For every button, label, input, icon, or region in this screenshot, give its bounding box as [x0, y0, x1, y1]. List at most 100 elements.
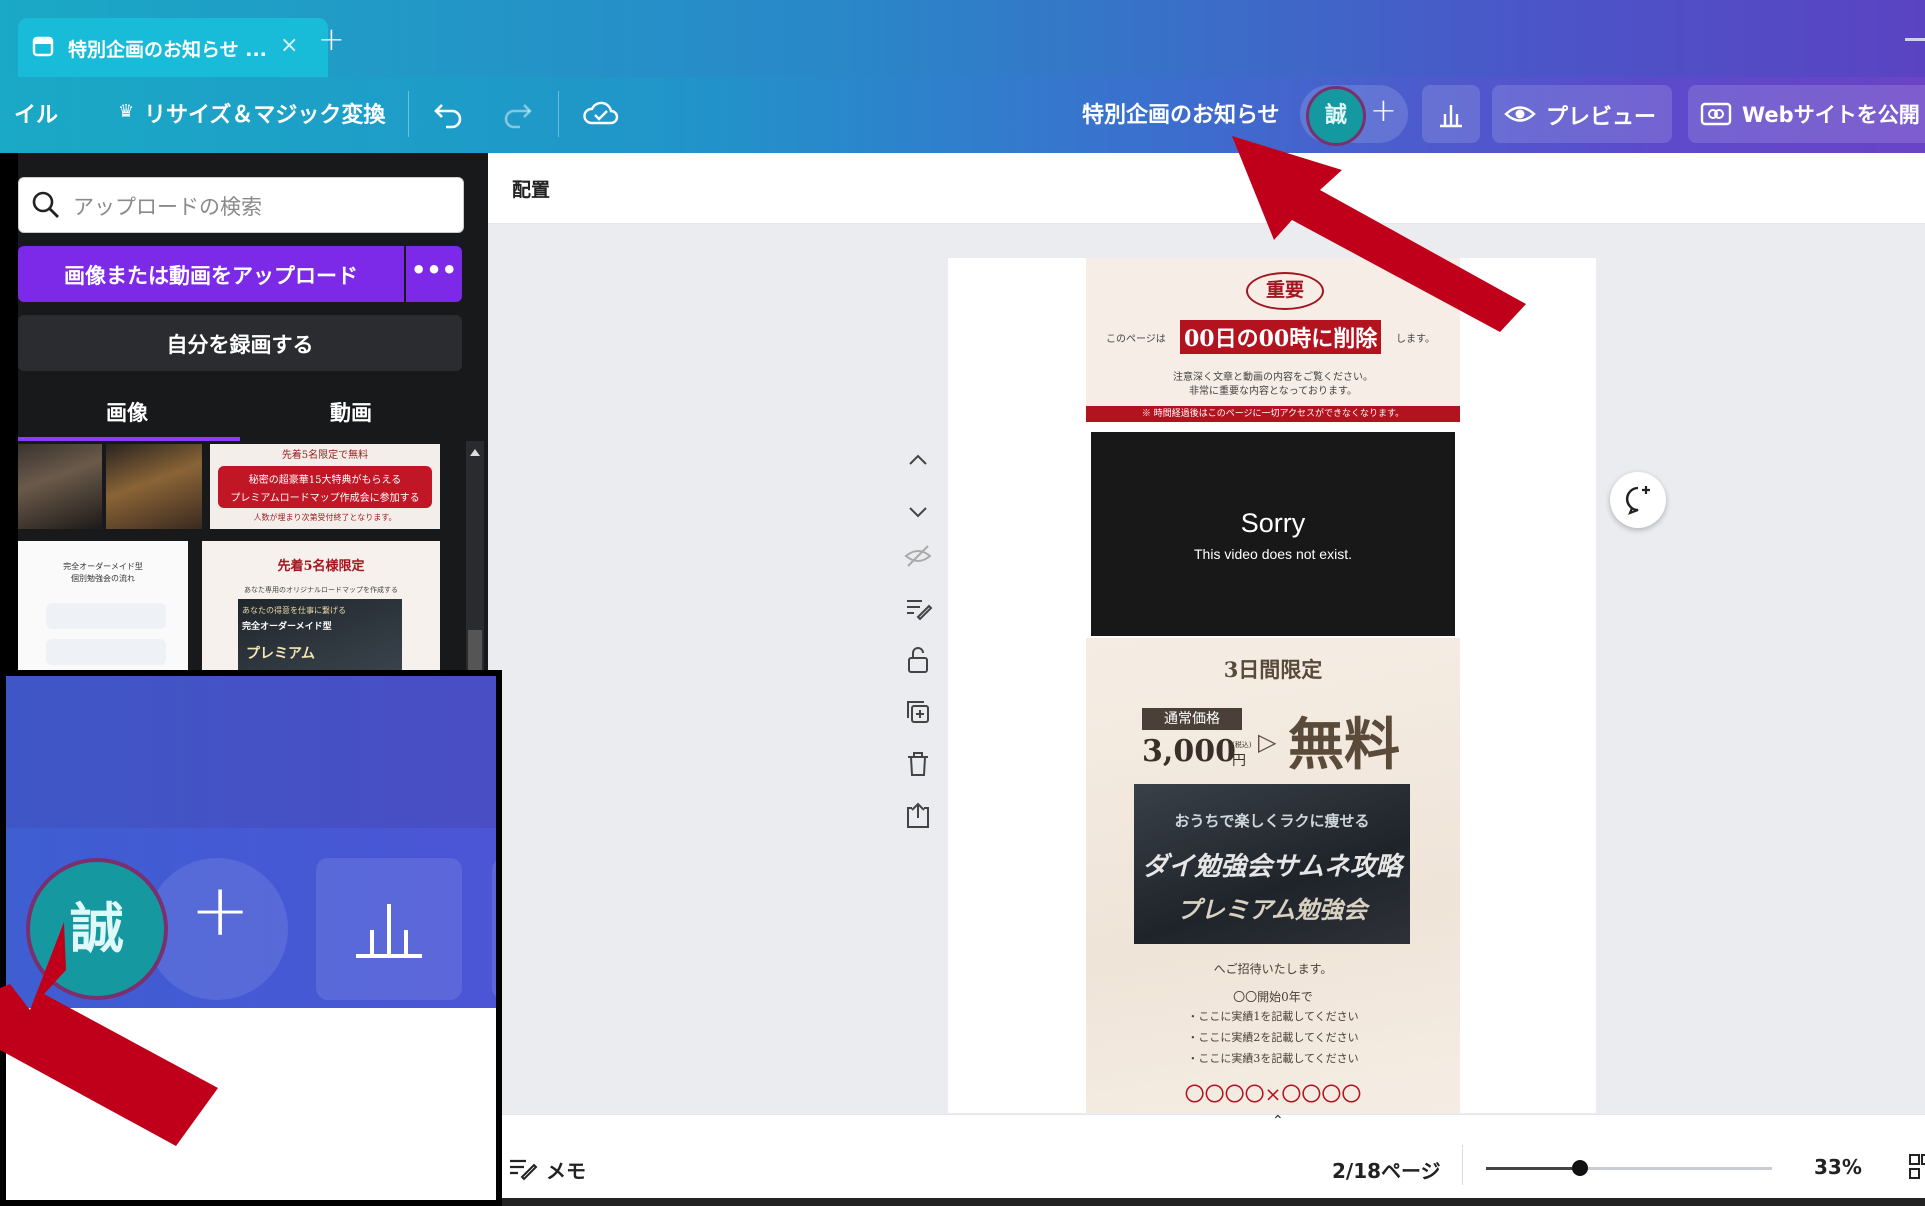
search-input[interactable]: アップロードの検索 [18, 177, 464, 233]
browser-tab-strip: 特別企画のお知らせ ... × + [0, 0, 1925, 77]
thumb-text: プレミアム [246, 646, 316, 662]
thumb-step [46, 603, 166, 629]
cloud-saved-icon[interactable] [582, 97, 620, 129]
add-comment-button[interactable] [1610, 472, 1666, 528]
warning-bar: ※ 時間経過後はこのページに一切アクセスができなくなります。 [1086, 406, 1460, 422]
upload-thumbnail-bottles[interactable] [18, 444, 102, 529]
achievement-item: ・ここに実績2を記載してください [1187, 1031, 1359, 1044]
trash-icon[interactable] [898, 744, 938, 784]
record-label: 自分を録画する [166, 333, 314, 357]
context-toolbar: 配置 [488, 153, 1925, 224]
notice-text: します。 [1396, 334, 1435, 345]
start-text: 〇〇開始0年で [1233, 990, 1313, 1004]
red-arrow-pointer [1232, 136, 1526, 332]
minimize-icon[interactable] [1905, 38, 1925, 41]
limited-label: 3日間限定 [1223, 657, 1323, 682]
editor-header: イル ♛ リサイズ＆マジック変換 特別企画のお知らせ 誠 + プレビュー Web… [0, 77, 1925, 153]
chevron-up-icon[interactable] [898, 440, 938, 480]
search-placeholder: アップロードの検索 [73, 195, 262, 219]
grid-view-icon[interactable] [1908, 1153, 1925, 1183]
bottom-edge [488, 1198, 1925, 1206]
page-indicator[interactable]: 2/18ページ [1332, 1155, 1441, 1184]
file-menu[interactable]: イル [14, 97, 58, 129]
thumb-text: 完全オーダーメイド型 [63, 562, 143, 571]
tab-images[interactable]: 画像 [106, 397, 148, 427]
publish-website-button[interactable]: Webサイトを公開 [1688, 85, 1925, 143]
eye-icon [1504, 106, 1536, 122]
regular-price-label: 通常価格 [1142, 708, 1242, 730]
publish-label: Webサイトを公開 [1742, 103, 1920, 127]
scroll-up-arrow[interactable] [470, 449, 480, 456]
edit-notes-icon[interactable] [898, 588, 938, 628]
notice-text: このページは [1106, 334, 1166, 345]
achievement-item: ・ここに実績1を記載してください [1187, 1010, 1359, 1023]
red-arrow-pointer-callout [0, 922, 218, 1146]
notice-note: 注意深く文章と動画の内容をご覧ください。 [1173, 372, 1373, 383]
divider [408, 91, 409, 137]
upload-more-button[interactable]: ••• [406, 246, 462, 302]
crown-icon: ♛ [118, 101, 135, 122]
new-tab-button[interactable]: + [318, 20, 345, 58]
thumb-text: 秘密の超豪華15大特典がもらえる [248, 475, 402, 486]
resize-button[interactable]: リサイズ＆マジック変換 [144, 97, 385, 129]
divider [558, 91, 559, 137]
active-tab-indicator [18, 437, 240, 441]
achievement-item: ・ここに実績3を記載してください [1187, 1052, 1359, 1065]
design-title[interactable]: 特別企画のお知らせ [1082, 97, 1280, 129]
notes-button[interactable]: メモ [546, 1155, 586, 1184]
upload-label: 画像または動画をアップロード [64, 264, 358, 288]
undo-icon[interactable] [432, 95, 466, 129]
add-collaborator-button[interactable]: + [1370, 91, 1397, 129]
promo-title: ダイ勉強会サムネ攻略 [1142, 852, 1402, 882]
bar-chart-icon [356, 904, 422, 958]
regular-price: 3,000 [1142, 734, 1236, 769]
zoom-slider-handle[interactable] [1572, 1160, 1589, 1176]
thumb-text: プレミアムロードマップ作成会に参加する [230, 493, 420, 504]
zoom-percentage[interactable]: 33% [1814, 1155, 1862, 1179]
invite-text: へご招待いたします。 [1213, 962, 1333, 976]
expand-pages-tab[interactable]: ⌃ [1234, 1113, 1324, 1135]
unlock-icon[interactable] [898, 640, 938, 680]
callout-tab-strip [6, 676, 496, 828]
side-rail [0, 153, 18, 673]
duplicate-icon[interactable] [898, 692, 938, 732]
price-unit: 円 [1232, 753, 1246, 769]
video-error-title: Sorry [1240, 508, 1306, 538]
thumb-text: あなたの得意を仕事に繋げる [242, 606, 346, 615]
upload-thumbnail-drinks[interactable] [106, 444, 202, 529]
zoom-slider-fill [1486, 1167, 1581, 1170]
add-page-icon[interactable] [898, 796, 938, 836]
hide-icon[interactable] [898, 536, 938, 576]
notes-icon [510, 1159, 538, 1181]
scrollbar-thumb[interactable] [468, 630, 482, 673]
collab-text: 〇〇〇〇×〇〇〇〇 [1184, 1082, 1362, 1106]
upload-media-button[interactable]: 画像または動画をアップロード [18, 246, 404, 302]
video-embed[interactable]: Sorry This video does not exist. [1091, 432, 1455, 636]
calendar-icon [32, 36, 54, 57]
promo-text: おうちで楽しくラクに痩せる [1174, 812, 1370, 830]
notice-note: 非常に重要な内容となっております。 [1189, 386, 1357, 397]
redo-icon[interactable] [500, 95, 534, 129]
thumb-step [46, 639, 166, 665]
record-yourself-button[interactable]: 自分を録画する [18, 315, 462, 371]
thumb-text: 先着5名限定で無料 [281, 450, 369, 461]
callout-insights-button[interactable] [316, 858, 462, 1000]
close-tab-icon[interactable]: × [280, 33, 298, 58]
thumb-red-box: 秘密の超豪華15大特典がもらえる プレミアムロードマップ作成会に参加する [218, 466, 432, 508]
editor-footer: メモ ⌃ 2/18ページ 33% [488, 1113, 1925, 1201]
preview-label: プレビュー [1546, 105, 1657, 130]
bar-chart-icon [1440, 105, 1462, 128]
promo-title: プレミアム勉強会 [1176, 895, 1368, 924]
price-tax: (税込) [1232, 741, 1252, 749]
position-button[interactable]: 配置 [512, 175, 550, 202]
upload-thumbnail-flow[interactable]: 完全オーダーメイド型 個別勉強会の流れ [18, 541, 188, 673]
offer-section[interactable]: 3日間限定 通常価格 3,000 (税込) 円 ▷ 無料 おうちで楽しくラクに痩… [1086, 638, 1460, 1113]
browser-tab[interactable]: 特別企画のお知らせ ... × [18, 18, 328, 77]
upload-thumbnail-offer[interactable]: 先着5名限定で無料 秘密の超豪華15大特典がもらえる プレミアムロードマップ作成… [210, 444, 440, 529]
tab-videos[interactable]: 動画 [330, 397, 372, 427]
free-label: 無料 [1288, 712, 1400, 778]
chevron-down-icon[interactable] [898, 492, 938, 532]
chevron-up-icon: ⌃ [1272, 1113, 1284, 1129]
upload-thumbnail-premium[interactable]: 先着5名様限定 あなた専用のオリジナルロードマップを作成する あなたの得意を仕事… [202, 541, 440, 673]
comment-add-icon [1625, 486, 1650, 515]
